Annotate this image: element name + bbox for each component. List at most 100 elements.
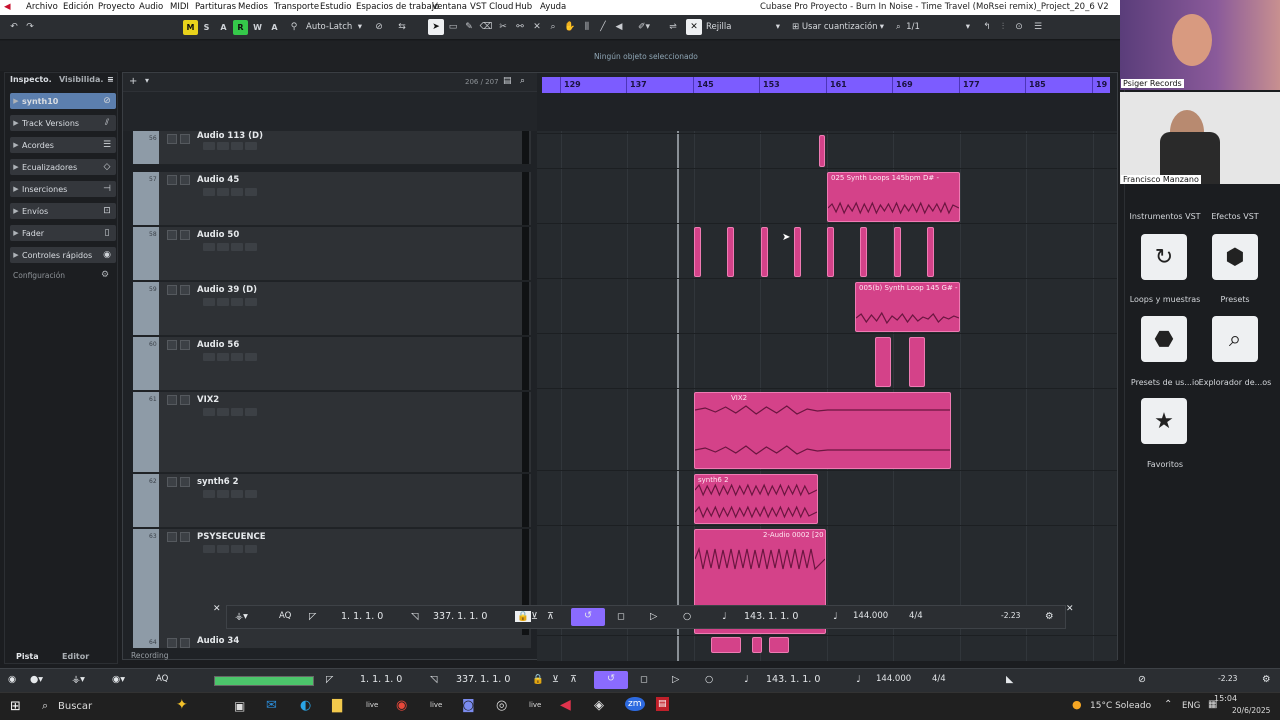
layout-icon[interactable]: ☰ <box>1030 19 1046 35</box>
solo-button[interactable] <box>180 395 190 405</box>
metronome-icon[interactable]: ⚶▾ <box>72 674 85 685</box>
track-row[interactable]: 58 Audio 50 <box>133 227 531 281</box>
track-name[interactable]: Audio 45 <box>197 175 239 185</box>
mute-button[interactable] <box>167 340 177 350</box>
punch-out-icon[interactable]: ⊼ <box>570 674 577 685</box>
add-track-icon[interactable]: + <box>129 76 137 87</box>
line-tool-icon[interactable]: ╱ <box>596 19 610 35</box>
edit-button[interactable] <box>231 353 243 361</box>
edit-button[interactable] <box>231 408 243 416</box>
track-row[interactable]: 60 Audio 56 <box>133 337 531 391</box>
play-button[interactable]: ▷ <box>672 674 679 685</box>
lane-button[interactable] <box>245 490 257 498</box>
suspend-icon[interactable]: ⊘ <box>372 19 386 35</box>
lock-icon[interactable]: 🔒 <box>532 674 544 685</box>
write-button[interactable]: W <box>250 20 265 35</box>
quantize-dropdown[interactable]: ⊞ Usar cuantización ▾ <box>792 19 886 35</box>
audio-event[interactable]: synth6 2 <box>694 474 818 524</box>
folder-icon[interactable]: ▇ <box>332 698 342 713</box>
track-row[interactable]: 62 synth6 2 <box>133 474 531 528</box>
track-name[interactable]: VIX2 <box>197 395 219 405</box>
left-locator-icon[interactable]: ◸ <box>309 611 316 622</box>
track-row[interactable]: 64 Audio 34 <box>133 635 531 649</box>
punch-in-icon[interactable]: ⊻ <box>531 611 538 622</box>
section-fader[interactable]: ▶ Fader ▯ <box>10 225 116 241</box>
video-app-icon[interactable]: ▤ <box>656 697 669 711</box>
track-name[interactable]: Audio 56 <box>197 340 239 350</box>
playhead-cursor[interactable] <box>677 131 679 661</box>
track-name[interactable]: synth6 2 <box>197 477 239 487</box>
audio-event[interactable] <box>694 227 701 277</box>
audio-event[interactable] <box>752 637 762 653</box>
mute-tool-icon[interactable]: ✕ <box>530 19 544 35</box>
cycle-button[interactable]: ↺ <box>594 671 628 689</box>
tray-arrow-icon[interactable]: ⌃ <box>1164 699 1172 710</box>
menu-ayuda[interactable]: Ayuda <box>540 2 566 12</box>
config-gear-icon[interactable]: ⚙ <box>101 270 109 280</box>
lane-button[interactable] <box>245 545 257 553</box>
file-browser-icon[interactable]: ⌕ <box>1212 316 1258 362</box>
hand-tool-icon[interactable]: ✋ <box>563 19 577 35</box>
record-button[interactable]: ○ <box>683 611 691 622</box>
edit-button[interactable] <box>231 490 243 498</box>
live-app-icon[interactable]: live <box>366 701 378 709</box>
speaker-tool-icon[interactable]: ◀ <box>612 19 626 35</box>
time-signature[interactable]: 4/4 <box>909 611 923 621</box>
track-name[interactable]: Audio 34 <box>197 636 239 646</box>
record-button[interactable] <box>217 545 229 553</box>
mute-button[interactable] <box>167 477 177 487</box>
lane-button[interactable] <box>245 188 257 196</box>
auto-latch-dropdown[interactable]: Auto-Latch ▾ <box>306 19 362 35</box>
lane-button[interactable] <box>245 142 257 150</box>
play-button[interactable]: ▷ <box>650 611 657 622</box>
discord-icon[interactable]: ◙ <box>462 698 475 713</box>
settings-icon[interactable]: ⚙ <box>1262 674 1271 685</box>
right-locator-icon[interactable]: ◹ <box>430 674 437 685</box>
edit-button[interactable] <box>231 142 243 150</box>
solo-button[interactable]: S <box>199 20 214 35</box>
menu-midi[interactable]: MIDI <box>170 2 189 12</box>
pencil-tool-icon[interactable]: ✎ <box>462 19 476 35</box>
zoom-tool-icon[interactable]: ⌕ <box>546 19 560 35</box>
track-name[interactable]: Audio 39 (D) <box>197 285 257 295</box>
monitor-button[interactable] <box>203 243 215 251</box>
audio-event[interactable] <box>819 135 825 167</box>
monitor-button[interactable] <box>203 298 215 306</box>
cubase-logo-icon[interactable]: ◀ <box>4 2 11 12</box>
track-filter-icon[interactable]: ▤ <box>503 76 512 86</box>
color-tool-icon[interactable]: ✐▾ <box>633 19 655 35</box>
ai-icon[interactable]: ⊙ <box>1012 19 1026 35</box>
menu-espacios[interactable]: Espacios de trabajo <box>356 2 439 12</box>
eraser-tool-icon[interactable]: ⌫ <box>479 19 493 35</box>
monitor-button[interactable] <box>203 545 215 553</box>
windows-start-icon[interactable]: ⊞ <box>10 699 21 714</box>
inspector-menu-icon[interactable]: ≡ <box>107 75 114 84</box>
edit-button[interactable] <box>231 545 243 553</box>
record-button[interactable] <box>217 490 229 498</box>
sync-status-icon[interactable]: ⊘ <box>1138 674 1146 685</box>
menu-edicion[interactable]: Edición <box>63 2 94 12</box>
close-transport-icon-right[interactable]: ✕ <box>1066 604 1074 614</box>
edit-button[interactable] <box>231 243 243 251</box>
glue-tool-icon[interactable]: ⚯ <box>513 19 527 35</box>
metronome-icon[interactable]: ⚶▾ <box>235 611 248 622</box>
edge-icon[interactable]: ◐ <box>300 698 311 713</box>
section-inserciones[interactable]: ▶ Inserciones ⊣ <box>10 181 116 197</box>
clock-date[interactable]: 20/6/2025 <box>1232 706 1270 715</box>
snap-icon[interactable]: ✕ <box>686 19 702 35</box>
menu-transporte[interactable]: Transporte <box>274 2 319 12</box>
left-locator-value[interactable]: 1. 1. 1. 0 <box>360 674 402 685</box>
tab-inspector[interactable]: Inspecto. <box>10 75 52 84</box>
audio-event[interactable]: 005(b) Synth Loop 145 G# - 1 <box>855 282 960 332</box>
record-mode-icon[interactable]: ●▾ <box>30 674 43 685</box>
track-search-icon[interactable]: ⌕ <box>520 76 525 86</box>
search-icon[interactable]: ⌕ <box>42 699 48 713</box>
section-controles-rapidos[interactable]: ▶ Controles rápidos ◉ <box>10 247 116 263</box>
lane-button[interactable] <box>245 408 257 416</box>
section-track-versions[interactable]: ▶ Track Versions ⫽ <box>10 115 116 131</box>
edit-button[interactable] <box>231 298 243 306</box>
left-locator-icon[interactable]: ◸ <box>326 674 333 685</box>
mute-button[interactable] <box>167 395 177 405</box>
audio-event[interactable] <box>711 637 741 653</box>
transport-settings-icon[interactable]: ⚙ <box>1045 611 1054 622</box>
